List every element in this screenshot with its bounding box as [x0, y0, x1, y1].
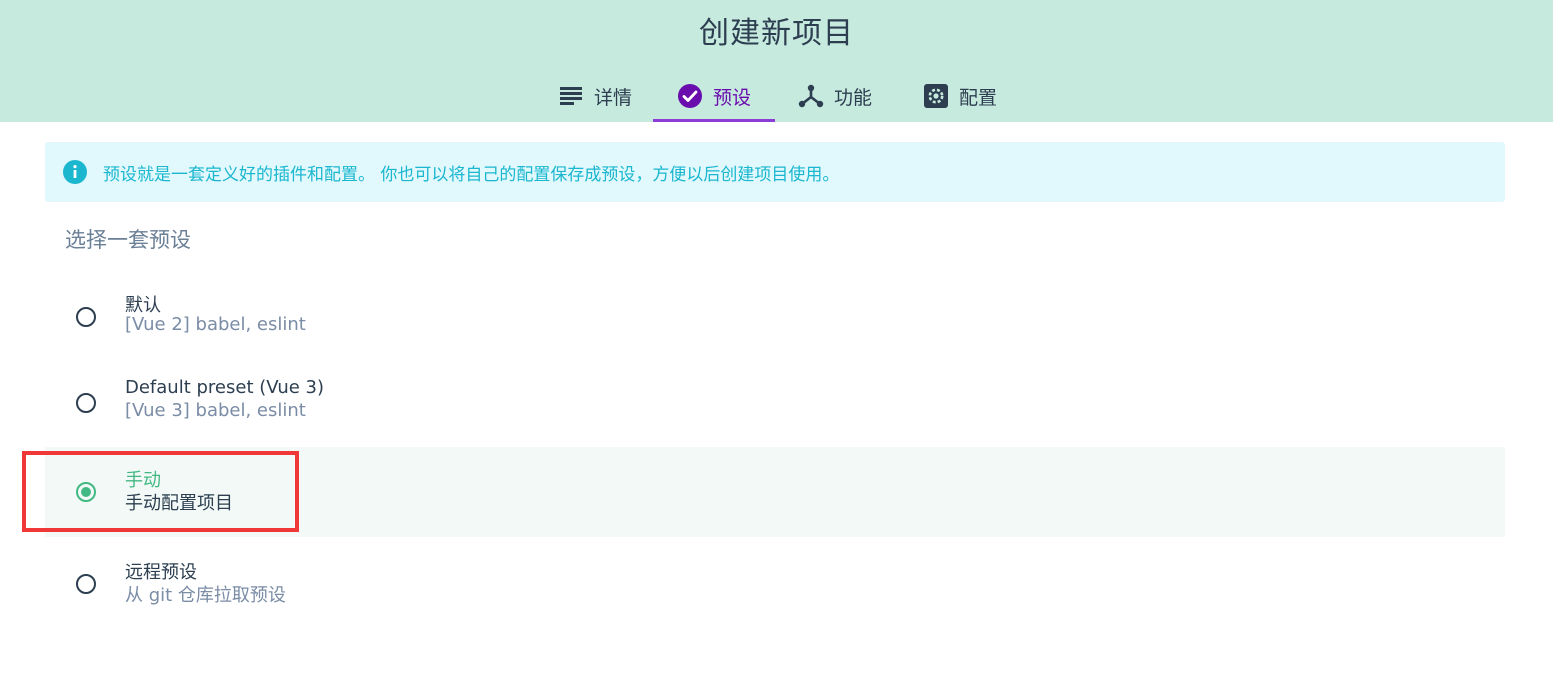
info-text: 预设就是一套定义好的插件和配置。 你也可以将自己的配置保存成预设，方便以后创建项… [103, 164, 840, 185]
info-banner: 预设就是一套定义好的插件和配置。 你也可以将自己的配置保存成预设，方便以后创建项… [45, 142, 1505, 202]
tab-features[interactable]: 功能 [785, 70, 885, 122]
tab-config[interactable]: 配置 [910, 70, 1010, 122]
preset-option-vue3[interactable]: Default preset (Vue 3) [Vue 3] babel, es… [45, 358, 1505, 448]
tab-label: 预设 [712, 86, 751, 109]
preset-option-remote[interactable]: 远程预设 从 git 仓库拉取预设 [45, 539, 1505, 629]
header: 创建新项目 详情 预设 功能 配置 [0, 0, 1553, 122]
preset-description: [Vue 2] babel, eslint [125, 314, 306, 335]
tab-label: 详情 [593, 86, 632, 109]
radio-button[interactable] [76, 307, 96, 327]
list-icon [558, 83, 584, 109]
preset-description: 手动配置项目 [125, 493, 233, 514]
page-title: 创建新项目 [699, 16, 854, 51]
check-circle-icon [677, 83, 703, 109]
tab-label: 配置 [958, 86, 997, 109]
tab-presets[interactable]: 预设 [653, 70, 775, 122]
preset-description: [Vue 3] babel, eslint [125, 400, 306, 421]
preset-option-manual[interactable]: 手动 手动配置项目 [45, 447, 1505, 537]
gear-icon [923, 83, 949, 109]
preset-description: 从 git 仓库拉取预设 [125, 585, 286, 606]
radio-button-selected[interactable] [76, 482, 96, 502]
preset-option-default[interactable]: 默认 [Vue 2] babel, eslint [45, 272, 1505, 362]
section-title: 选择一套预设 [65, 228, 191, 252]
tab-details[interactable]: 详情 [540, 70, 650, 122]
merge-icon [798, 83, 824, 109]
preset-name: Default preset (Vue 3) [125, 377, 325, 398]
radio-button[interactable] [76, 393, 96, 413]
tab-label: 功能 [833, 86, 872, 109]
info-icon [63, 160, 87, 184]
tab-bar: 详情 预设 功能 配置 [0, 70, 1553, 122]
radio-button[interactable] [76, 574, 96, 594]
